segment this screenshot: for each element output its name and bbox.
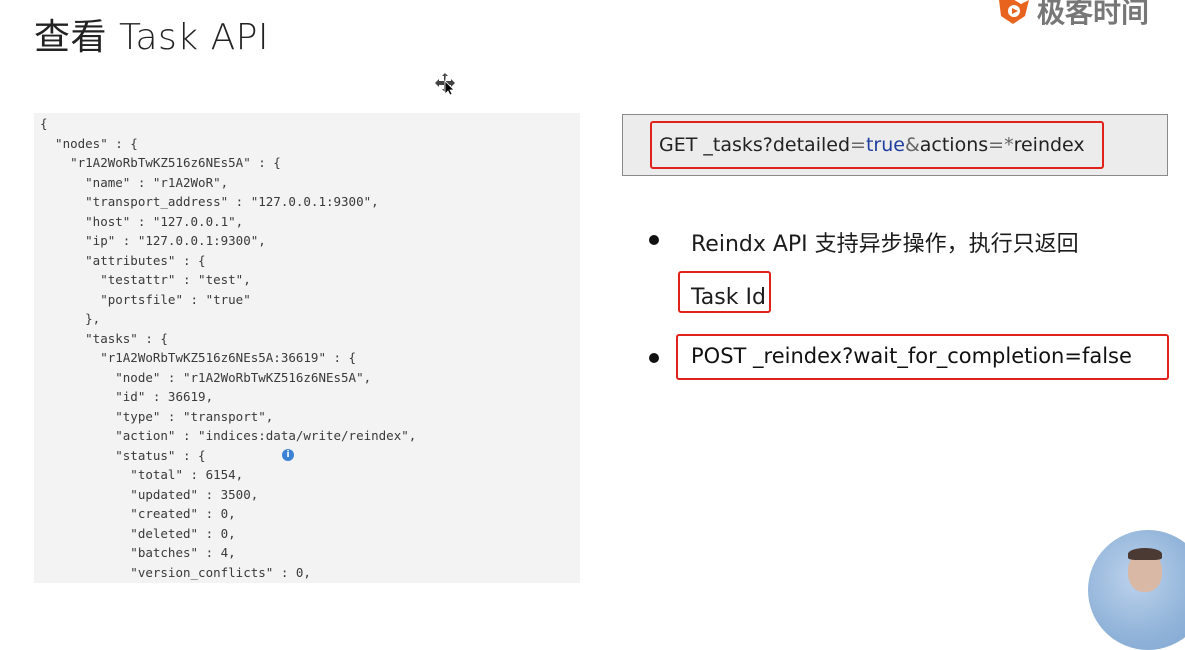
move-cursor-icon [435,73,455,96]
code-line: "host" : "127.0.0.1", [40,213,244,229]
code-line: "nodes" : { [40,135,138,151]
task-response-code-block: i { "nodes" : { "r1A2WoRbTwKZ516z6NEs5A"… [34,113,580,583]
code-line: "name" : "r1A2WoR", [40,174,229,190]
code-line: "action" : "indices:data/write/reindex", [40,428,417,443]
presenter-avatar [1088,530,1185,650]
post-reindex-highlight [676,334,1169,380]
code-line: "created" : 0, [40,506,236,521]
code-line: }, [40,311,101,326]
code-line: "type" : "transport", [40,408,274,424]
code-line: "testattr" : "test", [40,272,251,287]
code-line: "ip" : "127.0.0.1:9300", [40,233,266,248]
bullet-text-async: Reindx API 支持异步操作，执行只返回 [691,232,1079,257]
code-line: "tasks" : { [40,330,168,346]
presenter-hair [1128,548,1162,560]
brand-logo: 极客时间 [995,0,1185,28]
brand-logo-text: 极客时间 [1037,0,1150,28]
code-line: "updated" : 3500, [40,486,259,502]
code-line: "deleted" : 0, [40,525,236,541]
brand-logo-icon [999,0,1029,24]
task-id-highlight [678,271,771,313]
code-line: "r1A2WoRbTwKZ516z6NEs5A" : { [40,155,281,170]
code-line: "total" : 6154, [40,467,244,482]
slide-title: 查看 Task API [34,17,270,58]
code-line: "attributes" : { [40,252,206,268]
code-line: "r1A2WoRbTwKZ516z6NEs5A:36619" : { [40,350,357,365]
code-line: "id" : 36619, [40,389,214,404]
code-line: "batches" : 4, [40,545,236,560]
bullet-dot [649,353,659,363]
info-icon: i [282,449,294,461]
code-line: "portsfile" : "true" [40,291,251,307]
code-line: "node" : "r1A2WoRbTwKZ516z6NEs5A", [40,369,372,385]
code-line: { [40,116,48,131]
bullet-dot [649,235,659,245]
code-line: "transport_address" : "127.0.0.1:9300", [40,194,379,209]
command-highlight [650,121,1104,169]
code-line: "status" : { [40,447,206,463]
